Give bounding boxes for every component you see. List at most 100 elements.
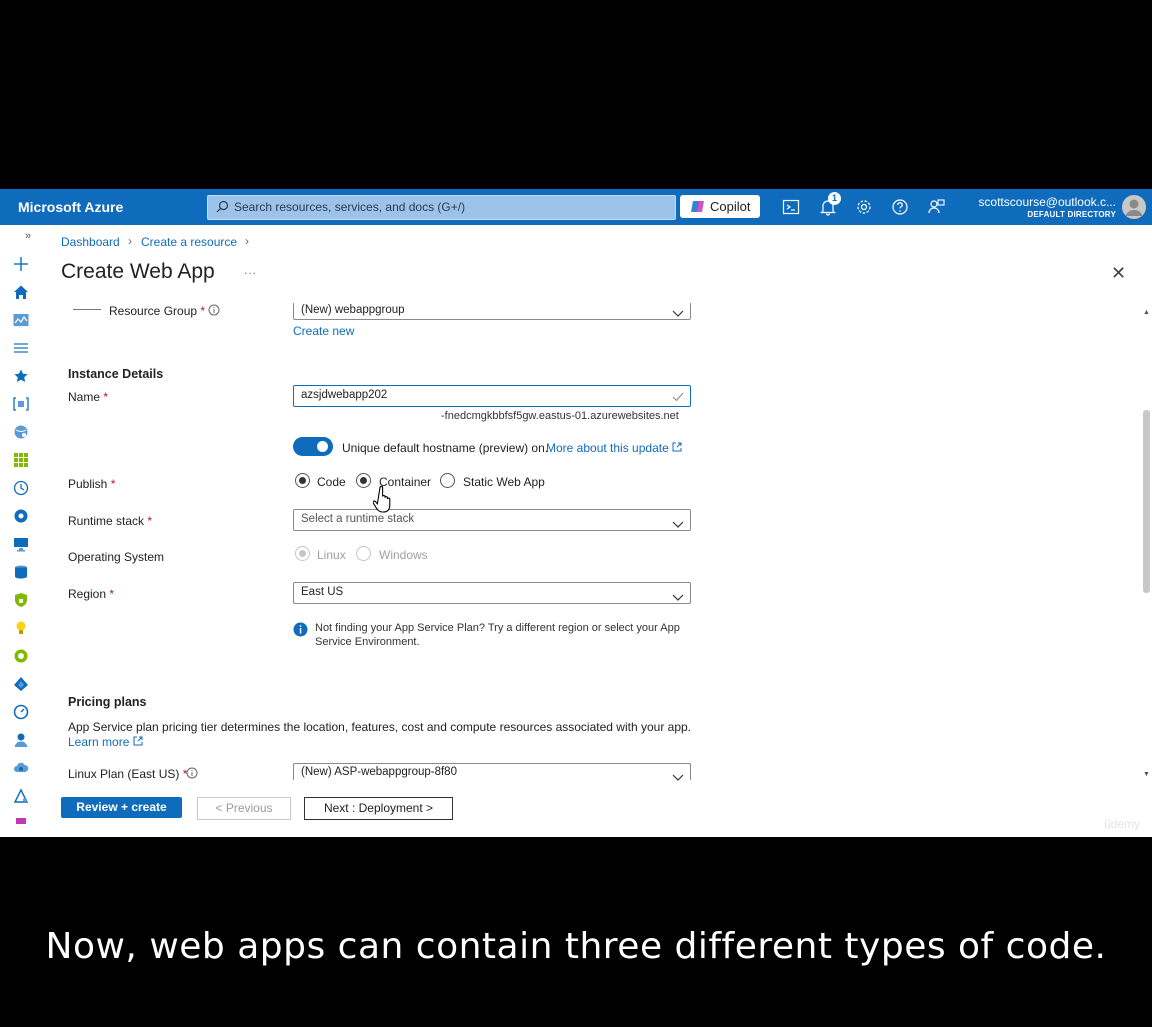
sql-database-icon[interactable]: [13, 564, 29, 580]
toggle-knob: [317, 441, 328, 452]
info-icon[interactable]: [208, 304, 220, 319]
cloud-services-icon[interactable]: [13, 760, 29, 776]
cost-management-icon[interactable]: [13, 704, 29, 720]
monitor-icon[interactable]: [13, 648, 29, 664]
account-directory: DEFAULT DIRECTORY: [1027, 210, 1116, 219]
udemy-watermark: ûdemy: [1104, 817, 1141, 831]
checkmark-icon: [672, 389, 684, 407]
hand-cursor-icon: [372, 485, 397, 520]
resource-group-value: (New) webappgroup: [301, 304, 405, 316]
page-title: Create Web App: [61, 260, 215, 283]
publish-static-web-app-label: Static Web App: [463, 475, 545, 489]
more-about-update-link[interactable]: More about this update: [546, 441, 682, 455]
tree-connector-line: [73, 309, 101, 310]
copilot-icon: [690, 199, 705, 219]
name-input[interactable]: azsjdwebapp202: [293, 385, 691, 407]
chevron-down-icon: [672, 589, 684, 607]
name-label: Name *: [68, 390, 109, 404]
breadcrumb-separator: ›: [245, 234, 249, 248]
favorites-star-icon[interactable]: [13, 368, 29, 384]
all-services-icon[interactable]: [13, 340, 29, 356]
more-services-icon[interactable]: [13, 816, 29, 824]
name-value: azsjdwebapp202: [301, 389, 388, 401]
runtime-stack-placeholder: Select a runtime stack: [301, 513, 415, 525]
pricing-description: App Service plan pricing tier determines…: [68, 720, 691, 734]
search-placeholder: Search resources, services, and docs (G+…: [234, 200, 466, 214]
next-deployment-button[interactable]: Next : Deployment >: [304, 797, 453, 820]
runtime-stack-label: Runtime stack *: [68, 514, 153, 528]
operating-system-label: Operating System: [68, 550, 165, 564]
resource-groups-icon[interactable]: [13, 396, 29, 412]
scroll-up-icon[interactable]: ▲: [1143, 309, 1150, 316]
hostname-suffix: -fnedcmgkbbfsf5gw.eastus-01.azurewebsite…: [441, 410, 679, 422]
avatar[interactable]: [1122, 195, 1146, 219]
region-info-text: Not finding your App Service Plan? Try a…: [315, 622, 680, 634]
linux-plan-value: (New) ASP-webappgroup-8f80: [301, 766, 457, 778]
region-value: East US: [301, 586, 344, 598]
advisor-lightbulb-icon[interactable]: [13, 620, 29, 636]
feedback-icon[interactable]: [927, 198, 945, 216]
runtime-stack-select[interactable]: Select a runtime stack: [293, 509, 691, 531]
region-label: Region *: [68, 587, 115, 601]
breadcrumb-create-resource[interactable]: Create a resource: [141, 235, 237, 249]
resource-group-select[interactable]: (New) webappgroup: [293, 303, 691, 320]
video-caption: Now, web apps can contain three differen…: [45, 926, 1107, 967]
global-search-input[interactable]: Search resources, services, and docs (G+…: [207, 195, 676, 220]
azure-portal-screen: Microsoft Azure Search resources, servic…: [0, 189, 1152, 837]
publish-code-radio[interactable]: [295, 473, 310, 488]
account-menu[interactable]: scottscourse@outlook.c... DEFAULT DIRECT…: [978, 195, 1116, 219]
virtual-machines-icon[interactable]: [13, 536, 29, 552]
os-linux-label: Linux: [317, 548, 346, 562]
hostname-toggle[interactable]: [293, 437, 333, 456]
os-windows-radio[interactable]: [356, 546, 371, 561]
cloud-shell-icon[interactable]: [782, 198, 800, 216]
publish-container-radio[interactable]: [356, 473, 371, 488]
scroll-down-icon[interactable]: ▼: [1143, 771, 1150, 778]
recent-clock-icon[interactable]: [13, 480, 29, 496]
all-resources-grid-icon[interactable]: [13, 452, 29, 468]
os-linux-radio[interactable]: [295, 546, 310, 561]
devops-icon[interactable]: [13, 788, 29, 804]
copilot-button[interactable]: Copilot: [680, 195, 760, 218]
app-services-icon[interactable]: [13, 424, 29, 440]
hostname-toggle-text: Unique default hostname (preview) on.: [342, 441, 549, 455]
dashboard-icon[interactable]: [13, 312, 29, 328]
help-support-person-icon[interactable]: [13, 732, 29, 748]
help-icon[interactable]: [891, 198, 909, 216]
settings-gear-icon[interactable]: [855, 198, 873, 216]
publish-label: Publish *: [68, 477, 116, 491]
cosmos-db-icon[interactable]: [13, 508, 29, 524]
info-icon[interactable]: [186, 767, 198, 782]
linux-plan-label: Linux Plan (East US) *: [68, 767, 198, 781]
region-info-text-line2: Service Environment.: [315, 636, 420, 648]
chevron-down-icon: [672, 305, 684, 323]
scrollbar-thumb[interactable]: [1143, 410, 1150, 593]
expand-menu-icon[interactable]: »: [25, 230, 31, 242]
external-link-icon: [133, 735, 143, 749]
security-shield-icon[interactable]: [13, 592, 29, 608]
copilot-label: Copilot: [710, 199, 751, 214]
home-icon[interactable]: [13, 284, 29, 300]
notification-count-badge: 1: [828, 192, 841, 205]
learn-more-link[interactable]: Learn more: [68, 735, 143, 749]
more-options-button[interactable]: ...: [244, 263, 257, 277]
os-windows-label: Windows: [379, 548, 428, 562]
left-sidebar: »: [0, 225, 42, 837]
entra-id-icon[interactable]: [13, 676, 29, 692]
region-select[interactable]: East US: [293, 582, 691, 604]
create-new-link[interactable]: Create new: [293, 324, 354, 338]
external-link-icon: [672, 441, 682, 455]
review-create-button[interactable]: Review + create: [61, 797, 182, 818]
search-icon: [216, 200, 229, 218]
linux-plan-select[interactable]: (New) ASP-webappgroup-8f80: [293, 763, 691, 781]
account-email: scottscourse@outlook.c...: [978, 195, 1116, 209]
previous-button[interactable]: < Previous: [197, 797, 291, 820]
publish-code-label: Code: [317, 475, 346, 489]
create-plus-icon[interactable]: [13, 256, 29, 272]
chevron-down-icon: [672, 516, 684, 534]
close-button[interactable]: ✕: [1111, 263, 1126, 284]
publish-static-web-app-radio[interactable]: [440, 473, 455, 488]
breadcrumb-separator: ›: [128, 234, 132, 248]
brand-link[interactable]: Microsoft Azure: [18, 199, 123, 215]
breadcrumb-dashboard[interactable]: Dashboard: [61, 235, 120, 249]
